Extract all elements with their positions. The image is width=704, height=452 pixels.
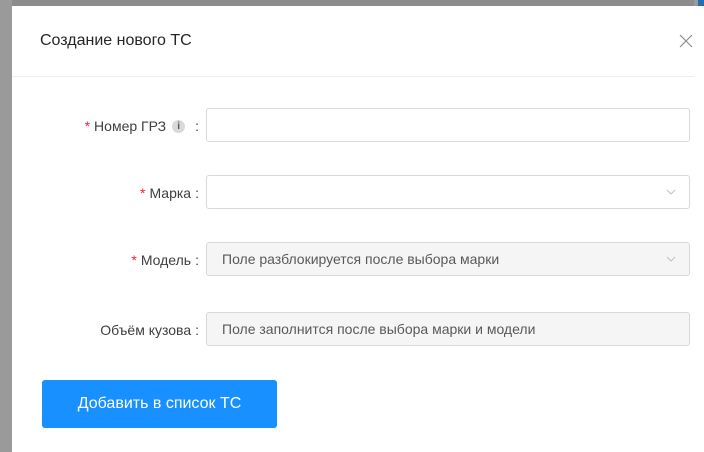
label-colon: : [195,185,199,201]
add-to-vehicle-list-button[interactable]: Добавить в список ТС [42,380,277,428]
chevron-down-icon [666,189,676,195]
model-label: * Модель: [131,240,199,280]
page-backdrop-left [0,0,12,452]
close-icon [679,34,693,48]
required-star: * [84,118,91,134]
form-row-brand: * Марка: [12,173,694,213]
plate-number-input[interactable] [206,108,690,142]
volume-label-text: Объём кузова [100,322,192,338]
volume-label: Объём кузова: [100,310,199,350]
required-star: * [140,185,146,201]
create-vehicle-dialog: Создание нового ТС * Номер ГРЗ i: * Марка: [12,6,704,452]
label-colon: : [195,322,199,338]
dialog-header: Создание нового ТС [12,6,694,77]
form-row-plate: * Номер ГРЗ i: [12,106,694,146]
body-volume-placeholder: Поле заполнится после выбора марки и мод… [222,321,536,337]
model-label-text: Модель [140,252,192,268]
dialog-title: Создание нового ТС [40,32,192,49]
model-select-placeholder: Поле разблокируется после выбора марки [222,251,500,267]
brand-label-text: Марка [149,185,192,201]
model-select: Поле разблокируется после выбора марки [206,242,690,276]
plate-label-text: Номер ГРЗ [94,118,167,134]
info-icon[interactable]: i [172,119,186,133]
form-row-volume: Объём кузова: Поле заполнится после выбо… [12,310,694,350]
required-star: * [131,252,137,268]
form-row-model: * Модель: Поле разблокируется после выбор… [12,240,694,280]
label-colon: : [195,252,199,268]
brand-label: * Марка: [140,173,199,213]
brand-select[interactable] [206,175,690,209]
close-button[interactable] [675,30,697,52]
chevron-down-icon [666,256,676,262]
body-volume-field: Поле заполнится после выбора марки и мод… [206,312,690,346]
plate-label: * Номер ГРЗ i: [85,106,199,146]
label-colon: : [195,118,199,134]
